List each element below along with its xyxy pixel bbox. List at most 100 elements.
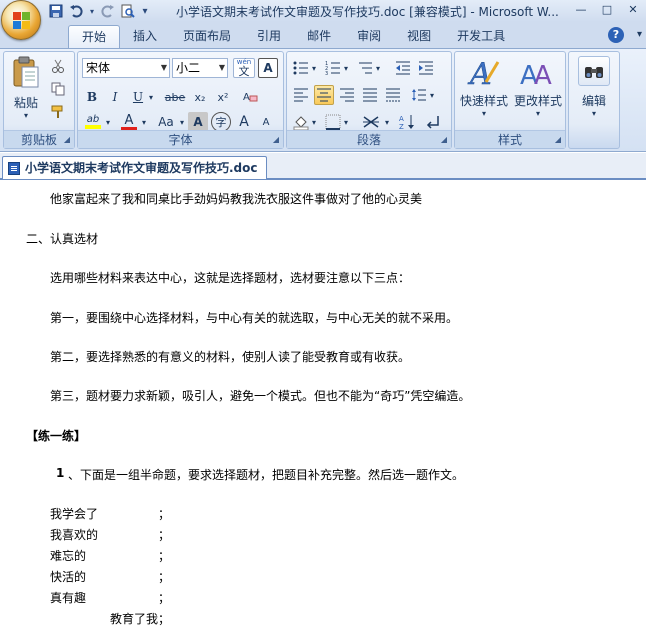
distributed-icon[interactable] — [383, 85, 403, 105]
font-group: 宋体 ▼ 小二 ▼ wén 文 A B I U ▾ abe x₂ x² A ab… — [77, 51, 284, 149]
clipboard-launcher-icon[interactable]: ◢ — [62, 135, 72, 145]
paragraph-group-label: 段落 — [287, 130, 451, 148]
char-shading-button[interactable]: A — [188, 112, 208, 132]
tab-mailings[interactable]: 邮件 — [294, 25, 344, 48]
quick-styles-dropdown-icon[interactable]: ▾ — [482, 109, 486, 118]
align-center-icon[interactable] — [314, 85, 334, 105]
highlight-dropdown-icon[interactable]: ▾ — [103, 112, 113, 132]
font-name-dropdown-icon[interactable]: ▼ — [161, 59, 167, 77]
styles-group: A 快速样式 ▾ AA 更改样式 ▾ 样式 ◢ — [454, 51, 566, 149]
change-styles-button[interactable]: AA 更改样式 ▾ — [511, 56, 565, 118]
change-case-dropdown-icon[interactable]: ▾ — [177, 112, 187, 132]
svg-text:A: A — [243, 92, 250, 103]
undo-icon[interactable] — [68, 3, 84, 19]
tab-view[interactable]: 视图 — [394, 25, 444, 48]
clear-formatting-icon[interactable]: A — [240, 87, 260, 107]
bullets-icon[interactable] — [291, 58, 311, 78]
tab-developer[interactable]: 开发工具 — [444, 25, 518, 48]
bullets-dropdown-icon[interactable]: ▾ — [309, 58, 319, 78]
numbering-icon[interactable]: 123 — [323, 58, 343, 78]
char-border-button[interactable]: A — [258, 58, 278, 78]
document-tab[interactable]: 小学语文期末考试作文审题及写作技巧.doc — [2, 156, 267, 179]
editing-group: 编辑 ▾ — [568, 51, 620, 149]
tab-insert[interactable]: 插入 — [120, 25, 170, 48]
enclose-chars-button[interactable]: 字 — [211, 112, 231, 132]
borders-dropdown-icon[interactable]: ▾ — [341, 112, 351, 132]
superscript-button[interactable]: x² — [213, 87, 233, 107]
ribbon-tabs: 开始 插入 页面布局 引用 邮件 审阅 视图 开发工具 — [68, 25, 518, 48]
phonetic-guide-button[interactable]: wén 文 — [233, 58, 255, 78]
quick-styles-button[interactable]: A 快速样式 ▾ — [457, 56, 511, 118]
maximize-button[interactable]: □ — [594, 0, 620, 18]
format-painter-icon[interactable] — [48, 102, 68, 122]
underline-button[interactable]: U — [128, 87, 148, 107]
decrease-indent-icon[interactable] — [393, 58, 413, 78]
doc-item-instruction: 、下面是一组半命题，要求选择题材，把题目补充完整。然后选一题作文。 — [68, 468, 465, 482]
save-icon[interactable] — [48, 3, 64, 19]
font-name-combo[interactable]: 宋体 ▼ — [82, 58, 170, 78]
italic-button[interactable]: I — [105, 87, 125, 107]
document-tab-title: 小学语文期末考试作文审题及写作技巧.doc — [25, 161, 258, 175]
chinese-layout-dropdown-icon[interactable]: ▾ — [382, 112, 392, 132]
ribbon-minimize-icon[interactable]: ▾ — [637, 29, 642, 40]
minimize-button[interactable]: — — [568, 0, 594, 18]
close-button[interactable]: ✕ — [620, 0, 646, 18]
editing-dropdown-icon[interactable]: ▾ — [592, 109, 596, 118]
align-left-icon[interactable] — [291, 85, 311, 105]
font-size-combo[interactable]: 小二 ▼ — [172, 58, 228, 78]
print-preview-icon[interactable] — [120, 3, 136, 19]
numbering-dropdown-icon[interactable]: ▾ — [341, 58, 351, 78]
shading-icon[interactable] — [291, 112, 311, 132]
underline-dropdown-icon[interactable]: ▾ — [146, 87, 156, 107]
change-case-button[interactable]: Aa — [154, 112, 178, 132]
doc-line-third: 第三，题材要力求新颖，吸引人，避免一个模式。但也不能为“奇巧”凭空编造。 — [50, 389, 471, 403]
line-spacing-dropdown-icon[interactable]: ▾ — [427, 85, 437, 105]
document-page[interactable]: 他家富起来了我和同桌比手劲妈妈教我洗衣服这件事做对了他的心灵美 二、认真选材 选… — [0, 182, 646, 631]
doc-line-examples: 他家富起来了我和同桌比手劲妈妈教我洗衣服这件事做对了他的心灵美 — [50, 192, 423, 206]
help-button[interactable]: ? — [608, 27, 624, 43]
justify-icon[interactable] — [360, 85, 380, 105]
borders-icon[interactable] — [323, 112, 343, 132]
change-styles-dropdown-icon[interactable]: ▾ — [536, 109, 540, 118]
tab-home[interactable]: 开始 — [68, 25, 121, 48]
font-size-dropdown-icon[interactable]: ▼ — [219, 59, 225, 77]
grow-font-button[interactable]: A — [234, 112, 254, 132]
redo-icon[interactable] — [100, 3, 116, 19]
cut-icon[interactable] — [48, 56, 68, 76]
font-color-dropdown-icon[interactable]: ▾ — [139, 112, 149, 132]
increase-indent-icon[interactable] — [416, 58, 436, 78]
shrink-font-button[interactable]: A — [256, 112, 276, 132]
undo-dropdown-icon[interactable]: ▾ — [88, 3, 96, 19]
paste-button[interactable]: 粘贴 ▾ — [8, 56, 44, 120]
chinese-layout-icon[interactable] — [359, 112, 383, 132]
tab-page-layout[interactable]: 页面布局 — [170, 25, 244, 48]
doc-line-intro: 选用哪些材料来表达中心，这就是选择题材，选材要注意以下三点： — [50, 271, 411, 285]
show-marks-icon[interactable] — [423, 112, 443, 132]
copy-icon[interactable] — [48, 79, 68, 99]
doc-heading-practice: 【练一练】 — [26, 429, 87, 443]
sort-icon[interactable]: AZ — [397, 112, 417, 132]
paste-dropdown-icon[interactable]: ▾ — [24, 111, 28, 120]
styles-launcher-icon[interactable]: ◢ — [553, 135, 563, 145]
multilevel-dropdown-icon[interactable]: ▾ — [373, 58, 383, 78]
strikethrough-button[interactable]: abe — [162, 87, 188, 107]
font-color-button[interactable]: A — [118, 112, 140, 132]
paragraph-launcher-icon[interactable]: ◢ — [439, 135, 449, 145]
highlight-button[interactable]: ab — [82, 112, 104, 132]
doc-prompt-semicolon-4: ； — [158, 570, 171, 584]
tab-references[interactable]: 引用 — [244, 25, 294, 48]
office-button[interactable] — [1, 0, 41, 40]
bold-button[interactable]: B — [82, 87, 102, 107]
subscript-button[interactable]: x₂ — [190, 87, 210, 107]
line-spacing-icon[interactable] — [409, 85, 429, 105]
svg-text:A: A — [467, 57, 492, 90]
multilevel-list-icon[interactable] — [355, 58, 375, 78]
tab-review[interactable]: 审阅 — [344, 25, 394, 48]
align-right-icon[interactable] — [337, 85, 357, 105]
customize-qat-icon[interactable]: ▾ — [140, 3, 150, 19]
font-launcher-icon[interactable]: ◢ — [271, 135, 281, 145]
shading-dropdown-icon[interactable]: ▾ — [309, 112, 319, 132]
binoculars-icon — [578, 56, 610, 86]
editing-button[interactable]: 编辑 ▾ — [573, 56, 615, 118]
quick-styles-icon: A — [466, 56, 502, 90]
